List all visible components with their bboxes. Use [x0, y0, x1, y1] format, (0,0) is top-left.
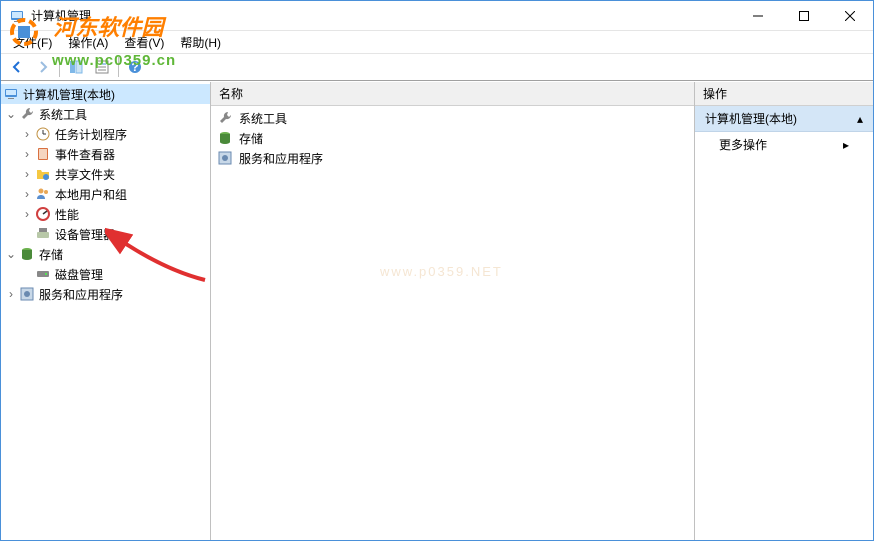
list-item-services-apps[interactable]: 服务和应用程序: [211, 148, 694, 168]
tree-local-users[interactable]: › 本地用户和组: [1, 184, 210, 204]
tree-task-scheduler[interactable]: › 任务计划程序: [1, 124, 210, 144]
wrench-icon: [19, 106, 35, 122]
menu-action[interactable]: 操作(A): [60, 32, 116, 53]
toolbar: ?: [1, 53, 873, 81]
back-button[interactable]: [5, 55, 29, 79]
actions-title: 操作: [703, 85, 727, 102]
help-button[interactable]: ?: [123, 55, 147, 79]
menu-view[interactable]: 查看(V): [116, 32, 172, 53]
tree-device-manager[interactable]: 设备管理器: [1, 224, 210, 244]
maximize-button[interactable]: [781, 1, 827, 30]
chevron-right-icon: ▸: [843, 138, 849, 152]
folder-share-icon: [35, 166, 51, 182]
tree-system-tools[interactable]: ⌄ 系统工具: [1, 104, 210, 124]
menu-file[interactable]: 文件(F): [5, 32, 60, 53]
expander-icon[interactable]: ⌄: [3, 246, 19, 262]
expander-icon[interactable]: ›: [19, 206, 35, 222]
list-body: 系统工具 存储 服务和应用程序: [211, 106, 694, 540]
device-icon: [35, 226, 51, 242]
users-icon: [35, 186, 51, 202]
tree-label: 设备管理器: [55, 226, 119, 243]
action-group-label: 计算机管理(本地): [705, 110, 797, 127]
services-icon: [217, 150, 233, 166]
tree-label: 磁盘管理: [55, 266, 107, 283]
storage-icon: [217, 130, 233, 146]
content-area: 计算机管理(本地) ⌄ 系统工具 › 任务计划程序 › 事件查看器: [1, 81, 873, 540]
tree-label: 存储: [39, 246, 67, 263]
tree-shared-folders[interactable]: › 共享文件夹: [1, 164, 210, 184]
tree-pane: 计算机管理(本地) ⌄ 系统工具 › 任务计划程序 › 事件查看器: [1, 82, 211, 540]
show-hide-tree-button[interactable]: [64, 55, 88, 79]
toolbar-separator: [118, 57, 119, 77]
tree-root[interactable]: 计算机管理(本地): [1, 84, 210, 104]
list-header[interactable]: 名称: [211, 82, 694, 106]
window-controls: [735, 1, 873, 30]
window-title: 计算机管理: [31, 7, 735, 24]
titlebar: 计算机管理: [1, 1, 873, 31]
svg-text:?: ?: [131, 60, 138, 74]
properties-button[interactable]: [90, 55, 114, 79]
tree-label: 性能: [55, 206, 83, 223]
expander-icon[interactable]: ›: [19, 166, 35, 182]
forward-button[interactable]: [31, 55, 55, 79]
list-item-storage[interactable]: 存储: [211, 128, 694, 148]
tree-label: 服务和应用程序: [39, 286, 127, 303]
minimize-button[interactable]: [735, 1, 781, 30]
actions-header: 操作: [695, 82, 873, 106]
toolbar-separator: [59, 57, 60, 77]
gauge-icon: [35, 206, 51, 222]
storage-icon: [19, 246, 35, 262]
tree-label: 共享文件夹: [55, 166, 119, 183]
expander-spacer: [19, 226, 35, 242]
actions-pane: 操作 计算机管理(本地) ▴ 更多操作 ▸: [695, 82, 873, 540]
disk-icon: [35, 266, 51, 282]
clock-icon: [35, 126, 51, 142]
tree-label: 事件查看器: [55, 146, 119, 163]
collapse-icon: ▴: [857, 112, 863, 126]
close-button[interactable]: [827, 1, 873, 30]
tree-label: 计算机管理(本地): [23, 86, 119, 103]
list-item-system-tools[interactable]: 系统工具: [211, 108, 694, 128]
tree-services-apps[interactable]: › 服务和应用程序: [1, 284, 210, 304]
tree-storage[interactable]: ⌄ 存储: [1, 244, 210, 264]
list-label: 系统工具: [239, 110, 287, 127]
tree-disk-management[interactable]: 磁盘管理: [1, 264, 210, 284]
menubar: 文件(F) 操作(A) 查看(V) 帮助(H): [1, 31, 873, 53]
tree-label: 系统工具: [39, 106, 91, 123]
tree-event-viewer[interactable]: › 事件查看器: [1, 144, 210, 164]
list-label: 服务和应用程序: [239, 150, 323, 167]
computer-icon: [3, 86, 19, 102]
action-label: 更多操作: [719, 136, 767, 153]
expander-spacer: [19, 266, 35, 282]
tree-performance[interactable]: › 性能: [1, 204, 210, 224]
expander-icon[interactable]: ›: [3, 286, 19, 302]
book-icon: [35, 146, 51, 162]
menu-help[interactable]: 帮助(H): [172, 32, 229, 53]
expander-icon[interactable]: ⌄: [3, 106, 19, 122]
tree-label: 本地用户和组: [55, 186, 131, 203]
services-icon: [19, 286, 35, 302]
expander-icon[interactable]: ›: [19, 146, 35, 162]
nav-tree: 计算机管理(本地) ⌄ 系统工具 › 任务计划程序 › 事件查看器: [1, 82, 210, 306]
app-window: 计算机管理 文件(F) 操作(A) 查看(V) 帮助(H) ? 计算机管理(本地…: [0, 0, 874, 541]
expander-icon[interactable]: ›: [19, 186, 35, 202]
list-pane: 名称 系统工具 存储 服务和应用程序: [211, 82, 695, 540]
action-more[interactable]: 更多操作 ▸: [695, 132, 873, 157]
tree-label: 任务计划程序: [55, 126, 131, 143]
column-header-name: 名称: [219, 85, 243, 102]
action-group-header[interactable]: 计算机管理(本地) ▴: [695, 106, 873, 132]
app-icon: [9, 8, 25, 24]
expander-icon[interactable]: ›: [19, 126, 35, 142]
list-label: 存储: [239, 130, 263, 147]
wrench-icon: [217, 110, 233, 126]
